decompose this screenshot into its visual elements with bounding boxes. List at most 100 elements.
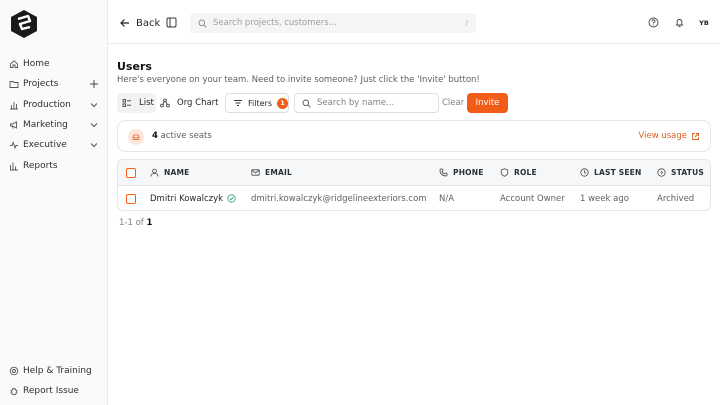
- status-circle-icon: [657, 168, 666, 177]
- sidebar-nav: Home Projects Production Marketing Execu…: [0, 54, 108, 176]
- app-logo-icon[interactable]: [9, 9, 39, 39]
- topbar: Back / YB: [108, 0, 720, 44]
- pagination-range: 1-1: [119, 218, 133, 228]
- filter-lines-icon: [233, 98, 243, 108]
- column-label: PHONE: [453, 168, 484, 177]
- mail-icon: [251, 168, 260, 177]
- active-seats-card: 4 active seats View usage: [117, 120, 711, 152]
- activity-icon: [9, 140, 19, 150]
- sidebar-item-label: Home: [23, 59, 50, 70]
- table-row[interactable]: Dmitri Kowalczyk dmitri.kowalczyk@ridgel…: [118, 186, 710, 210]
- sidebar-item-label: Marketing: [23, 120, 68, 131]
- row-select-cell: [126, 186, 136, 210]
- sidebar-item-report-issue[interactable]: Report Issue: [0, 381, 108, 401]
- seat-icon: [128, 129, 144, 145]
- org-chart-icon: [160, 98, 170, 108]
- bug-icon: [9, 386, 19, 396]
- name-search[interactable]: [294, 93, 439, 113]
- megaphone-icon: [9, 120, 19, 130]
- page-title: Users: [117, 60, 152, 73]
- column-header-name[interactable]: NAME: [150, 160, 189, 185]
- user-phone: N/A: [439, 193, 455, 204]
- bell-icon[interactable]: [674, 17, 685, 28]
- plus-icon[interactable]: [89, 79, 99, 89]
- home-icon: [9, 59, 19, 69]
- sidebar-item-label: Reports: [23, 160, 58, 171]
- user-name-cell[interactable]: Dmitri Kowalczyk: [150, 186, 236, 210]
- user-last-seen: 1 week ago: [580, 193, 629, 204]
- user-role: Account Owner: [500, 193, 565, 204]
- sidebar-item-marketing[interactable]: Marketing: [0, 115, 108, 135]
- select-all-checkbox[interactable]: [126, 167, 136, 178]
- lifebuoy-icon: [9, 366, 19, 376]
- chevron-down-icon[interactable]: [89, 120, 99, 130]
- global-search[interactable]: /: [190, 13, 476, 33]
- sidebar-item-help[interactable]: Help & Training: [0, 361, 108, 381]
- column-label: ROLE: [514, 168, 537, 177]
- users-toolbar: List Org Chart Filters 1 Clear Invite: [117, 93, 711, 113]
- pagination-total: 1: [146, 218, 153, 228]
- back-label: Back: [136, 17, 161, 29]
- global-search-input[interactable]: [213, 18, 466, 28]
- name-search-input[interactable]: [317, 98, 438, 108]
- row-checkbox[interactable]: [126, 193, 136, 204]
- user-status: Archived: [657, 193, 695, 204]
- sidebar: Home Projects Production Marketing Execu…: [0, 0, 108, 405]
- user-avatar[interactable]: YB: [697, 16, 711, 30]
- filters-button[interactable]: Filters 1: [225, 93, 289, 113]
- sidebar-toggle-icon[interactable]: [166, 17, 177, 28]
- pagination-of: of: [135, 218, 144, 228]
- user-icon: [150, 168, 159, 177]
- invite-button[interactable]: Invite: [467, 93, 508, 113]
- view-org-chart-label: Org Chart: [177, 98, 219, 108]
- view-list-label: List: [139, 98, 154, 108]
- sidebar-item-label: Report Issue: [23, 386, 79, 397]
- column-label: STATUS: [671, 168, 704, 177]
- search-icon: [198, 19, 207, 28]
- phone-icon: [439, 168, 448, 177]
- view-usage-link[interactable]: View usage: [638, 131, 700, 141]
- table-header: NAME EMAIL PHONE ROLE LAST SEEN STATUS: [118, 160, 710, 186]
- folder-icon: [9, 79, 19, 89]
- column-label: NAME: [164, 168, 190, 177]
- clear-filters-button[interactable]: Clear: [442, 93, 464, 113]
- chevron-down-icon[interactable]: [89, 140, 99, 150]
- filters-count-badge: 1: [276, 97, 288, 109]
- user-name: Dmitri Kowalczyk: [150, 193, 224, 204]
- sidebar-item-reports[interactable]: Reports: [0, 155, 108, 175]
- verified-check-icon: [227, 194, 236, 203]
- view-org-chart-button[interactable]: Org Chart: [160, 93, 219, 113]
- bar-chart-icon: [9, 100, 19, 110]
- column-header-last-seen[interactable]: LAST SEEN: [580, 160, 641, 185]
- column-header-email[interactable]: EMAIL: [251, 160, 292, 185]
- sidebar-item-label: Help & Training: [23, 366, 92, 377]
- search-icon: [302, 99, 311, 108]
- chevron-down-icon[interactable]: [89, 100, 99, 110]
- filters-label: Filters: [248, 98, 272, 108]
- select-all-cell: [126, 160, 136, 185]
- sidebar-item-executive[interactable]: Executive: [0, 135, 108, 155]
- active-seats-text: 4 active seats: [152, 131, 212, 141]
- shield-icon: [500, 168, 509, 177]
- sidebar-item-label: Production: [23, 99, 71, 110]
- chart-icon: [9, 161, 19, 171]
- view-list-button[interactable]: List: [117, 93, 156, 113]
- active-seats-count: 4: [152, 131, 158, 141]
- sidebar-item-home[interactable]: Home: [0, 54, 108, 74]
- pagination-summary: 1-1 of 1: [119, 218, 152, 228]
- clock-icon: [580, 168, 589, 177]
- column-label: EMAIL: [265, 168, 292, 177]
- sidebar-item-production[interactable]: Production: [0, 95, 108, 115]
- search-shortcut-hint: /: [465, 19, 468, 27]
- help-circle-icon[interactable]: [648, 17, 659, 28]
- column-label: LAST SEEN: [594, 168, 642, 177]
- back-button[interactable]: Back: [119, 14, 160, 32]
- column-header-role[interactable]: ROLE: [500, 160, 537, 185]
- sidebar-item-label: Projects: [23, 79, 59, 90]
- column-header-phone[interactable]: PHONE: [439, 160, 484, 185]
- column-header-status[interactable]: STATUS: [657, 160, 704, 185]
- view-usage-label: View usage: [638, 131, 687, 141]
- list-grid-icon: [122, 98, 132, 108]
- sidebar-item-projects[interactable]: Projects: [0, 74, 108, 94]
- sidebar-bottom: Help & Training Report Issue: [0, 361, 108, 402]
